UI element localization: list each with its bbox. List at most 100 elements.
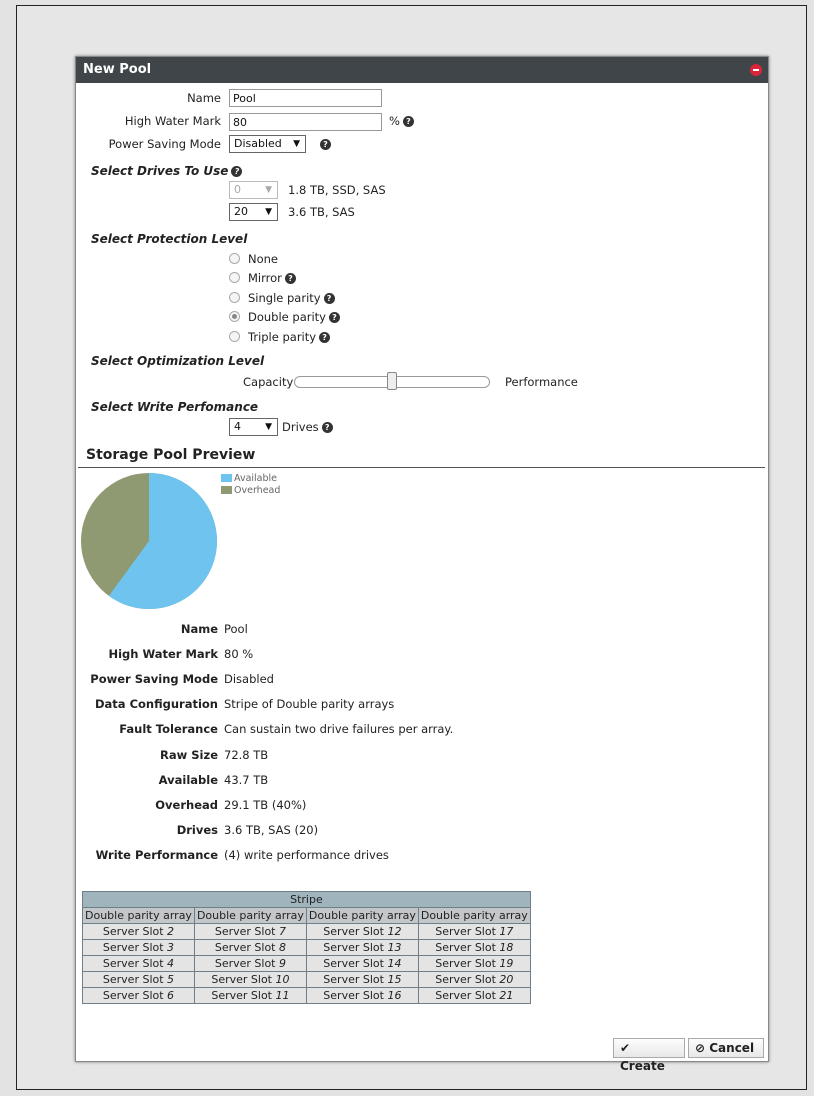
table-cell: Server Slot 2 [82,923,195,940]
help-icon[interactable]: ? [323,293,335,304]
high-water-mark-label: High Water Mark [124,114,221,128]
help-icon[interactable]: ? [231,166,243,177]
table-cell: Server Slot 5 [82,971,195,988]
slot-number: 20 [499,972,514,986]
protection-option-single-parity[interactable]: Single parity? [229,291,335,305]
protection-option-double-parity[interactable]: Double parity? [229,310,340,324]
slot-label: Server Slot [323,924,384,938]
slot-number: 9 [279,956,286,970]
chevron-down-icon: ▼ [265,207,272,217]
select-optimization-heading: Select Optimization Level [91,354,265,368]
table-cell: Server Slot 7 [193,923,307,940]
name-label: Name [187,91,221,105]
slot-number: 13 [387,940,402,954]
slider-handle[interactable] [387,372,397,390]
detail-value: 3.6 TB, SAS (20) [224,823,319,837]
divider [78,467,765,468]
select-write-performance-heading: Select Write Perfomance [91,400,259,414]
sas-drive-desc: 3.6 TB, SAS [288,205,355,219]
slot-number: 14 [387,956,402,970]
help-icon[interactable]: ? [321,422,333,433]
detail-value: 43.7 TB [224,773,269,787]
table-cell: Server Slot 4 [82,955,195,972]
slot-label: Server Slot [323,940,384,954]
capacity-label: Capacity [243,375,294,389]
detail-value: Disabled [224,672,274,686]
slot-label: Server Slot [102,940,164,954]
table-cell: Server Slot 13 [305,939,419,956]
chevron-down-icon: ▼ [265,185,272,195]
table-cell: Server Slot 6 [82,987,195,1004]
detail-label: Available [158,773,218,787]
table-cell: Server Slot 12 [305,923,419,940]
detail-label: Overhead [155,798,218,812]
slot-number: 10 [275,972,290,986]
detail-label: Data Configuration [95,697,218,711]
help-icon[interactable]: ? [319,332,331,343]
table-column-header: Double parity array [417,907,531,924]
radio-button[interactable] [229,253,240,264]
table-cell: Server Slot 18 [417,939,531,956]
slot-label: Server Slot [435,956,496,970]
storage-pool-preview-title: Storage Pool Preview [86,447,256,463]
chevron-down-icon: ▼ [265,422,272,432]
protection-option-none[interactable]: None [229,252,278,266]
dialog-title: New Pool [83,62,152,77]
radio-button-selected[interactable] [229,311,240,322]
radio-button[interactable] [229,272,240,283]
detail-value: 29.1 TB (40%) [224,798,307,812]
power-saving-mode-select[interactable]: Disabled ▼ [229,135,306,153]
slot-number: 11 [275,988,290,1002]
detail-value: (4) write performance drives [224,848,389,862]
slot-number: 16 [387,988,402,1002]
table-cell: Server Slot 19 [417,955,531,972]
table-cell: Server Slot 21 [417,987,531,1004]
percent-unit: %? [389,114,414,128]
slot-label: Server Slot [435,988,496,1002]
stripe-header: Stripe [82,891,531,908]
slot-label: Server Slot [323,956,384,970]
cancel-button[interactable]: ⊘ Cancel [688,1038,764,1058]
table-cell: Server Slot 20 [417,971,531,988]
create-button[interactable]: ✔ Create [613,1038,685,1073]
slot-number: 18 [499,940,514,954]
select-drives-heading: Select Drives To Use? [91,164,243,178]
slot-number: 12 [387,924,402,938]
name-input[interactable] [229,89,382,107]
radio-button[interactable] [229,331,240,342]
detail-label: High Water Mark [108,647,218,661]
high-water-mark-input[interactable] [229,113,382,131]
close-icon[interactable] [750,64,762,76]
power-saving-mode-value: Disabled [234,137,282,150]
protection-option-triple-parity[interactable]: Triple parity? [229,330,331,344]
detail-label: Write Performance [95,848,218,862]
sas-drive-count-select[interactable]: 20 ▼ [229,203,278,221]
slot-label: Server Slot [435,940,496,954]
slot-label: Server Slot [102,924,164,938]
table-cell: Server Slot 11 [193,987,307,1004]
help-icon[interactable]: ? [320,139,331,150]
help-icon[interactable]: ? [284,273,296,284]
slot-number: 21 [499,988,514,1002]
protection-option-mirror[interactable]: Mirror? [229,271,296,285]
check-icon: ✔ [620,1041,631,1055]
detail-label: Fault Tolerance [119,722,218,736]
slot-label: Server Slot [102,972,164,986]
slot-label: Server Slot [211,972,272,986]
help-icon[interactable]: ? [402,116,414,127]
pie-chart [81,473,217,609]
table-column-header: Double parity array [193,907,307,924]
help-icon[interactable]: ? [329,312,340,323]
slot-number: 7 [279,924,286,938]
new-pool-dialog: New Pool Name High Water Mark %? Power S… [75,56,769,1073]
select-protection-heading: Select Protection Level [91,232,248,246]
write-drives-select[interactable]: 4 ▼ [229,418,278,436]
slot-number: 2 [167,924,175,938]
radio-button[interactable] [229,292,240,303]
table-cell: Server Slot 9 [193,955,307,972]
table-cell: Server Slot 14 [305,955,419,972]
pie-legend: Available Overhead [221,470,280,496]
performance-label: Performance [505,375,578,389]
ssd-drive-count-select: 0 ▼ [229,181,278,199]
table-column-header: Double parity array [82,907,195,924]
